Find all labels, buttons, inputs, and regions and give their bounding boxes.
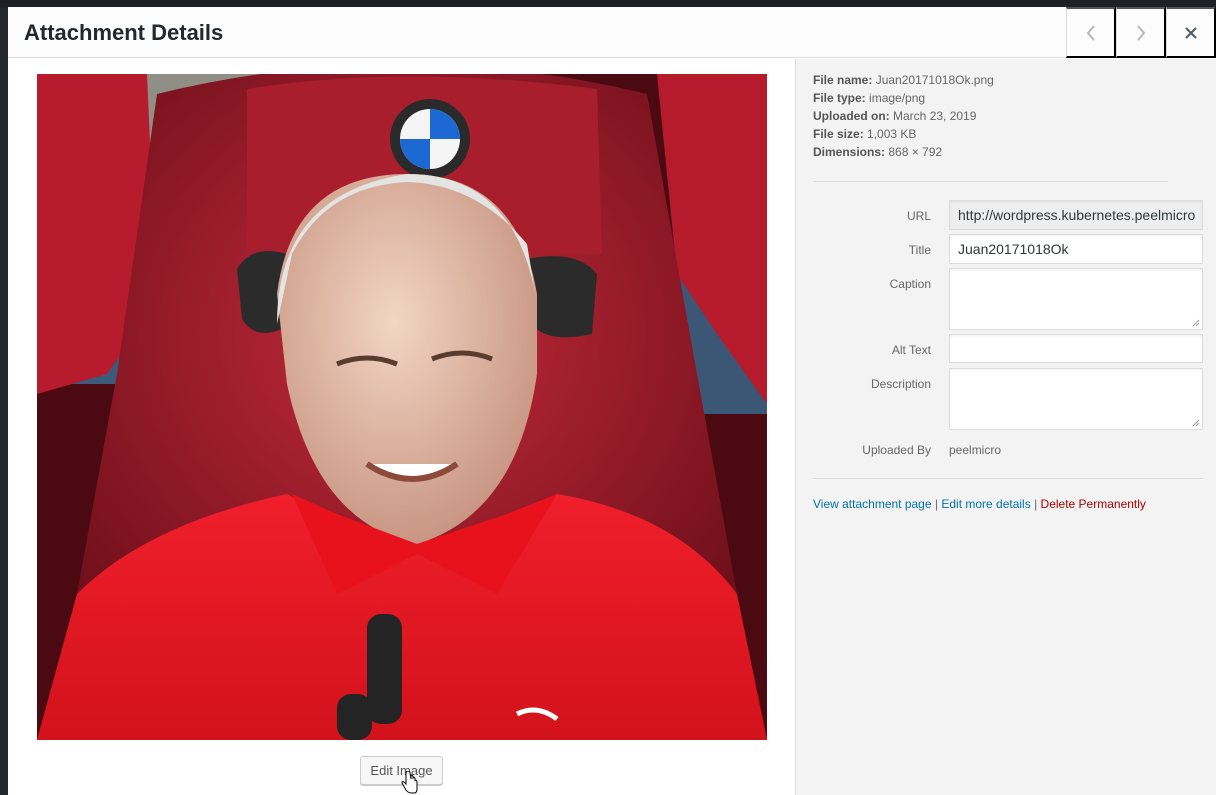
file-type-row: File type: image/png bbox=[813, 89, 994, 107]
chevron-left-icon bbox=[1086, 24, 1095, 41]
delete-permanently-link[interactable]: Delete Permanently bbox=[1041, 497, 1146, 511]
link-separator: | bbox=[934, 497, 938, 511]
description-label: Description bbox=[870, 377, 931, 391]
file-size-row: File size: 1,003 KB bbox=[813, 125, 994, 143]
title-label: Title bbox=[908, 243, 931, 257]
uploaded-by-label: Uploaded By bbox=[862, 443, 931, 457]
caption-textarea[interactable] bbox=[949, 268, 1203, 330]
divider bbox=[813, 181, 1168, 182]
title-field[interactable]: Juan20171018Ok bbox=[949, 234, 1203, 264]
resize-grip-icon[interactable] bbox=[1192, 319, 1200, 327]
admin-bar bbox=[0, 0, 1216, 7]
page-title: Attachment Details bbox=[24, 20, 224, 45]
uploaded-on-row: Uploaded on: March 23, 2019 bbox=[813, 107, 994, 125]
close-icon bbox=[1184, 26, 1197, 39]
dimensions-label: Dimensions: bbox=[813, 145, 886, 159]
uploaded-by-value: peelmicro bbox=[949, 443, 1002, 457]
attachment-image bbox=[37, 74, 767, 740]
dimensions-row: Dimensions: 868 × 792 bbox=[813, 143, 994, 161]
chevron-right-icon bbox=[1136, 24, 1145, 41]
dimensions-value: 868 × 792 bbox=[888, 145, 943, 159]
file-size-value: 1,003 KB bbox=[867, 127, 917, 141]
close-button[interactable] bbox=[1166, 7, 1216, 58]
admin-sidebar bbox=[0, 7, 8, 795]
alt-text-field[interactable] bbox=[949, 334, 1203, 363]
link-separator: | bbox=[1034, 497, 1038, 511]
next-attachment-button[interactable] bbox=[1116, 7, 1166, 58]
description-textarea[interactable] bbox=[949, 368, 1203, 430]
uploaded-on-value: March 23, 2019 bbox=[893, 109, 977, 123]
hand-cursor-icon bbox=[401, 771, 418, 794]
url-field[interactable]: http://wordpress.kubernetes.peelmicro bbox=[949, 200, 1203, 230]
attachment-details-sidebar: File name: Juan20171018Ok.png File type:… bbox=[795, 59, 1216, 795]
file-name-row: File name: Juan20171018Ok.png bbox=[813, 71, 994, 89]
file-name-value: Juan20171018Ok.png bbox=[875, 73, 994, 87]
file-type-value: image/png bbox=[869, 91, 926, 105]
file-type-label: File type: bbox=[813, 91, 866, 105]
edit-more-details-link[interactable]: Edit more details bbox=[941, 497, 1030, 511]
alt-text-label: Alt Text bbox=[891, 343, 931, 357]
modal-header: Attachment Details bbox=[8, 7, 1216, 58]
file-size-label: File size: bbox=[813, 127, 864, 141]
attachment-details-modal: Attachment Details Edit Image File name:… bbox=[8, 7, 1216, 795]
file-name-label: File name: bbox=[813, 73, 873, 87]
file-info: File name: Juan20171018Ok.png File type:… bbox=[813, 71, 994, 161]
url-label: URL bbox=[906, 209, 931, 223]
uploaded-on-label: Uploaded on: bbox=[813, 109, 890, 123]
previous-attachment-button[interactable] bbox=[1066, 7, 1116, 58]
resize-grip-icon[interactable] bbox=[1192, 419, 1200, 427]
attachment-actions: View attachment page | Edit more details… bbox=[813, 497, 1146, 511]
view-attachment-link[interactable]: View attachment page bbox=[813, 497, 932, 511]
divider bbox=[813, 478, 1203, 479]
caption-label: Caption bbox=[889, 277, 931, 291]
media-preview-pane: Edit Image bbox=[8, 59, 795, 795]
